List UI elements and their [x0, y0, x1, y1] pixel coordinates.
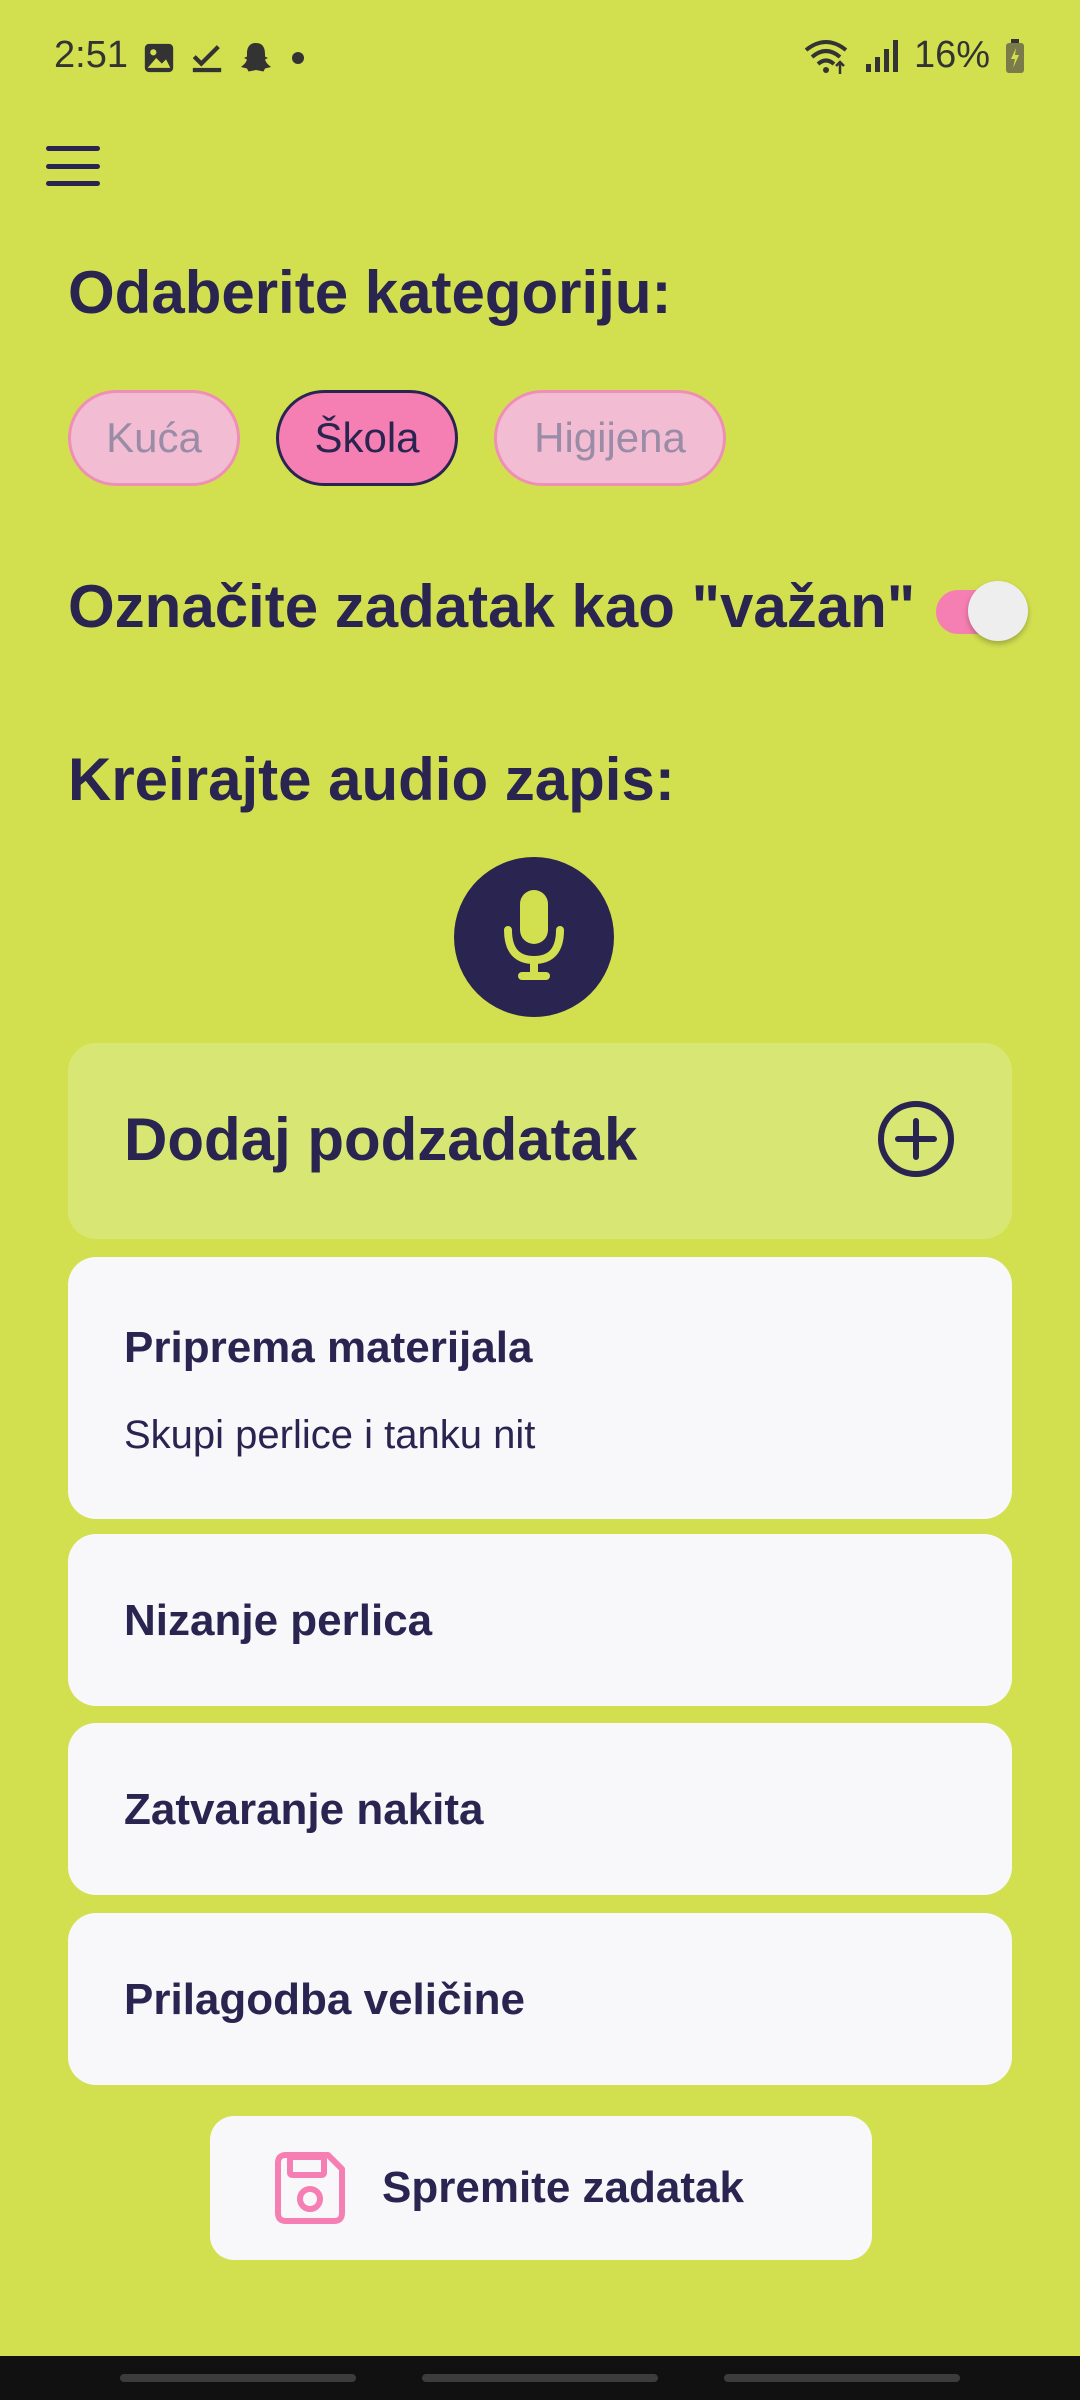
nav-back-button[interactable]	[724, 2374, 960, 2382]
important-toggle-knob[interactable]	[968, 581, 1028, 641]
chip-skola[interactable]: Škola	[276, 390, 458, 486]
status-time: 2:51	[54, 34, 128, 76]
microphone-icon	[504, 890, 564, 980]
subtask-card[interactable]: Priprema materijala Skupi perlice i tank…	[68, 1257, 1012, 1519]
wifi-icon	[804, 39, 848, 74]
check-icon	[192, 45, 222, 73]
battery-icon	[1006, 38, 1024, 73]
subtask-title: Prilagodba veličine	[124, 1975, 526, 2024]
signal-icon	[865, 39, 898, 72]
audio-heading: Kreirajte audio zapis:	[68, 746, 675, 813]
dot-icon	[292, 52, 304, 64]
subtask-subtitle: Skupi perlice i tanku nit	[124, 1413, 536, 1457]
important-label: Označite zadatak kao "važan"	[68, 573, 916, 640]
hamburger-icon[interactable]	[40, 138, 106, 194]
category-heading: Odaberite kategoriju:	[68, 259, 672, 326]
subtask-title: Nizanje perlica	[124, 1596, 433, 1645]
subtask-title: Priprema materijala	[124, 1323, 533, 1372]
save-icon	[275, 2152, 345, 2224]
battery-percentage: 16%	[913, 34, 990, 76]
record-audio-button[interactable]	[454, 857, 614, 1017]
subtask-card[interactable]: Zatvaranje nakita	[68, 1723, 1012, 1895]
nav-recents-button[interactable]	[120, 2374, 356, 2382]
chip-higijena[interactable]: Higijena	[494, 390, 726, 486]
subtask-title: Zatvaranje nakita	[124, 1785, 484, 1834]
status-notification-icons	[142, 38, 308, 78]
subtask-card[interactable]: Nizanje perlica	[68, 1534, 1012, 1706]
nav-home-button[interactable]	[422, 2374, 658, 2382]
add-subtask-label: Dodaj podzadatak	[124, 1106, 638, 1173]
status-system-icons: 16%	[802, 34, 1026, 77]
chip-kuca[interactable]: Kuća	[68, 390, 240, 486]
image-icon	[144, 43, 174, 73]
category-chips: Kuća Škola Higijena	[68, 390, 726, 486]
save-task-label: Spremite zadatak	[382, 2163, 744, 2212]
save-task-button[interactable]: Spremite zadatak	[210, 2116, 872, 2260]
add-circle-icon[interactable]	[876, 1099, 956, 1179]
add-subtask-card[interactable]: Dodaj podzadatak	[68, 1043, 1012, 1239]
subtask-card[interactable]: Prilagodba veličine	[68, 1913, 1012, 2085]
system-navigation-bar	[0, 2356, 1080, 2400]
snapchat-icon	[241, 43, 271, 72]
